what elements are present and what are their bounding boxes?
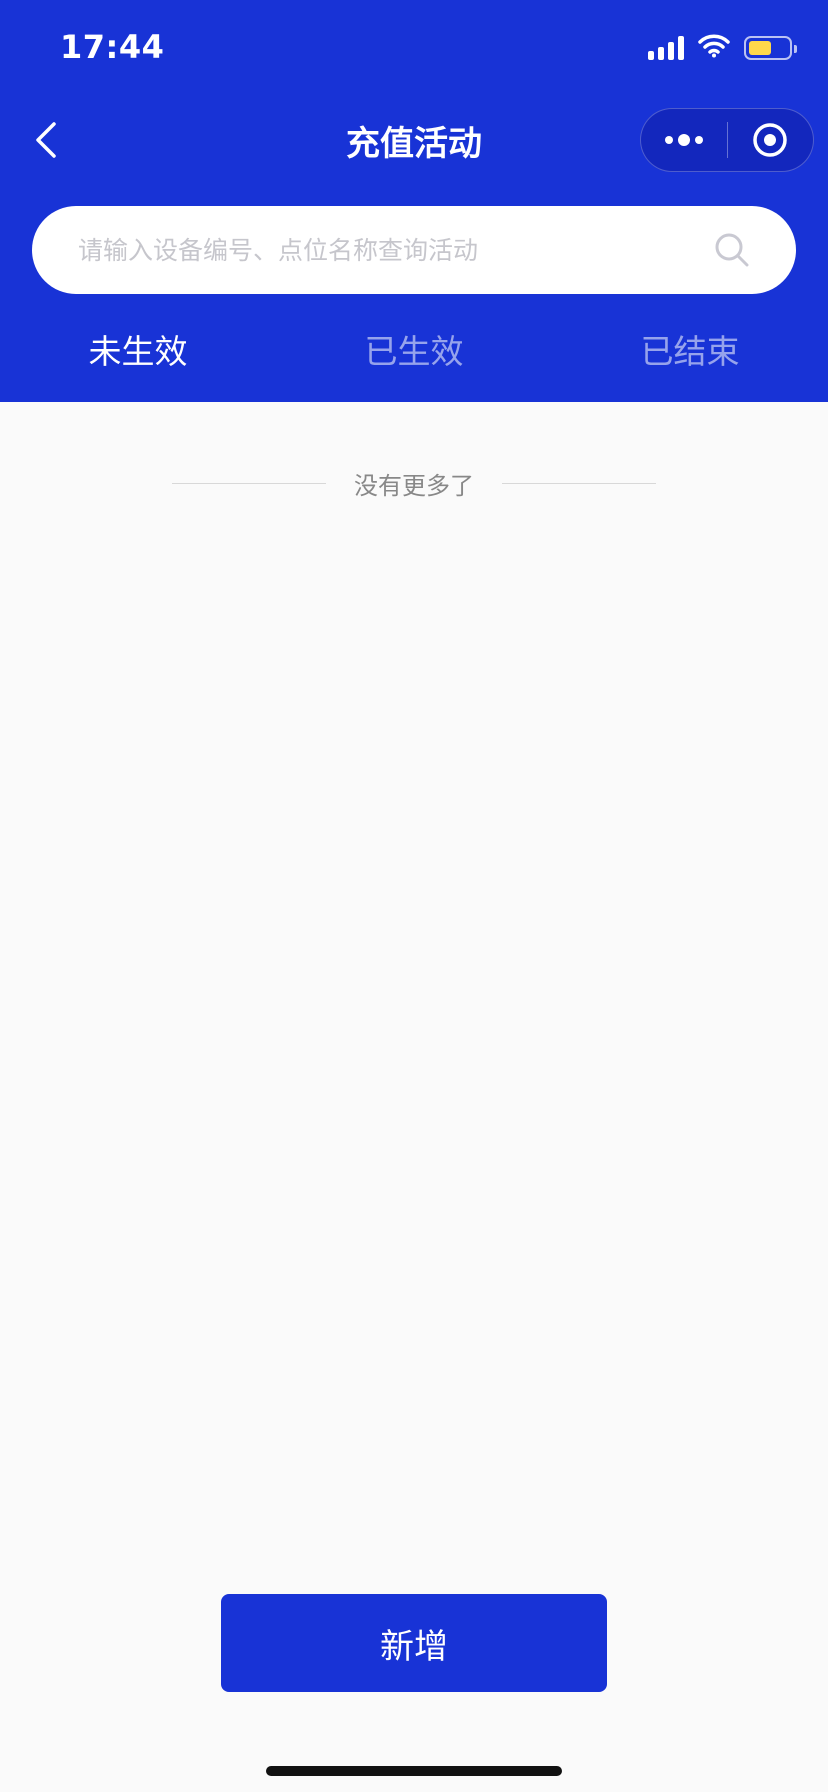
header: 17:44 充值活动 请输入设备编号、点位名称查询活动 未生效 已生效 已结束	[0, 0, 828, 402]
status-time: 17:44	[60, 28, 165, 66]
mini-program-capsule	[640, 108, 814, 172]
battery-level	[749, 41, 771, 55]
search-icon[interactable]	[712, 230, 752, 270]
app-screen: 17:44 充值活动 请输入设备编号、点位名称查询活动 未生效 已生效 已结束 …	[0, 0, 828, 1792]
no-more-text: 没有更多了	[354, 472, 474, 500]
chevron-left-icon	[36, 122, 56, 158]
search-input[interactable]	[76, 234, 712, 266]
add-button[interactable]: 新增	[221, 1594, 607, 1692]
tab-not-effective[interactable]: 未生效	[0, 322, 276, 382]
list-end-indicator: 没有更多了	[0, 466, 828, 501]
divider-left	[172, 483, 326, 484]
target-circle-icon	[753, 123, 787, 157]
status-tabs: 未生效 已生效 已结束	[0, 322, 828, 382]
more-button[interactable]	[641, 109, 727, 171]
back-button[interactable]	[24, 112, 68, 168]
signal-icon	[648, 36, 684, 60]
battery-icon	[744, 36, 797, 60]
divider-right	[502, 483, 656, 484]
tab-effective[interactable]: 已生效	[276, 322, 552, 382]
tab-ended[interactable]: 已结束	[552, 322, 828, 382]
wifi-icon	[698, 34, 730, 62]
status-icons	[648, 34, 797, 62]
close-mini-program-button[interactable]	[728, 109, 814, 171]
more-dots-icon	[664, 134, 703, 146]
search-bar	[32, 206, 796, 294]
home-indicator	[266, 1766, 562, 1776]
